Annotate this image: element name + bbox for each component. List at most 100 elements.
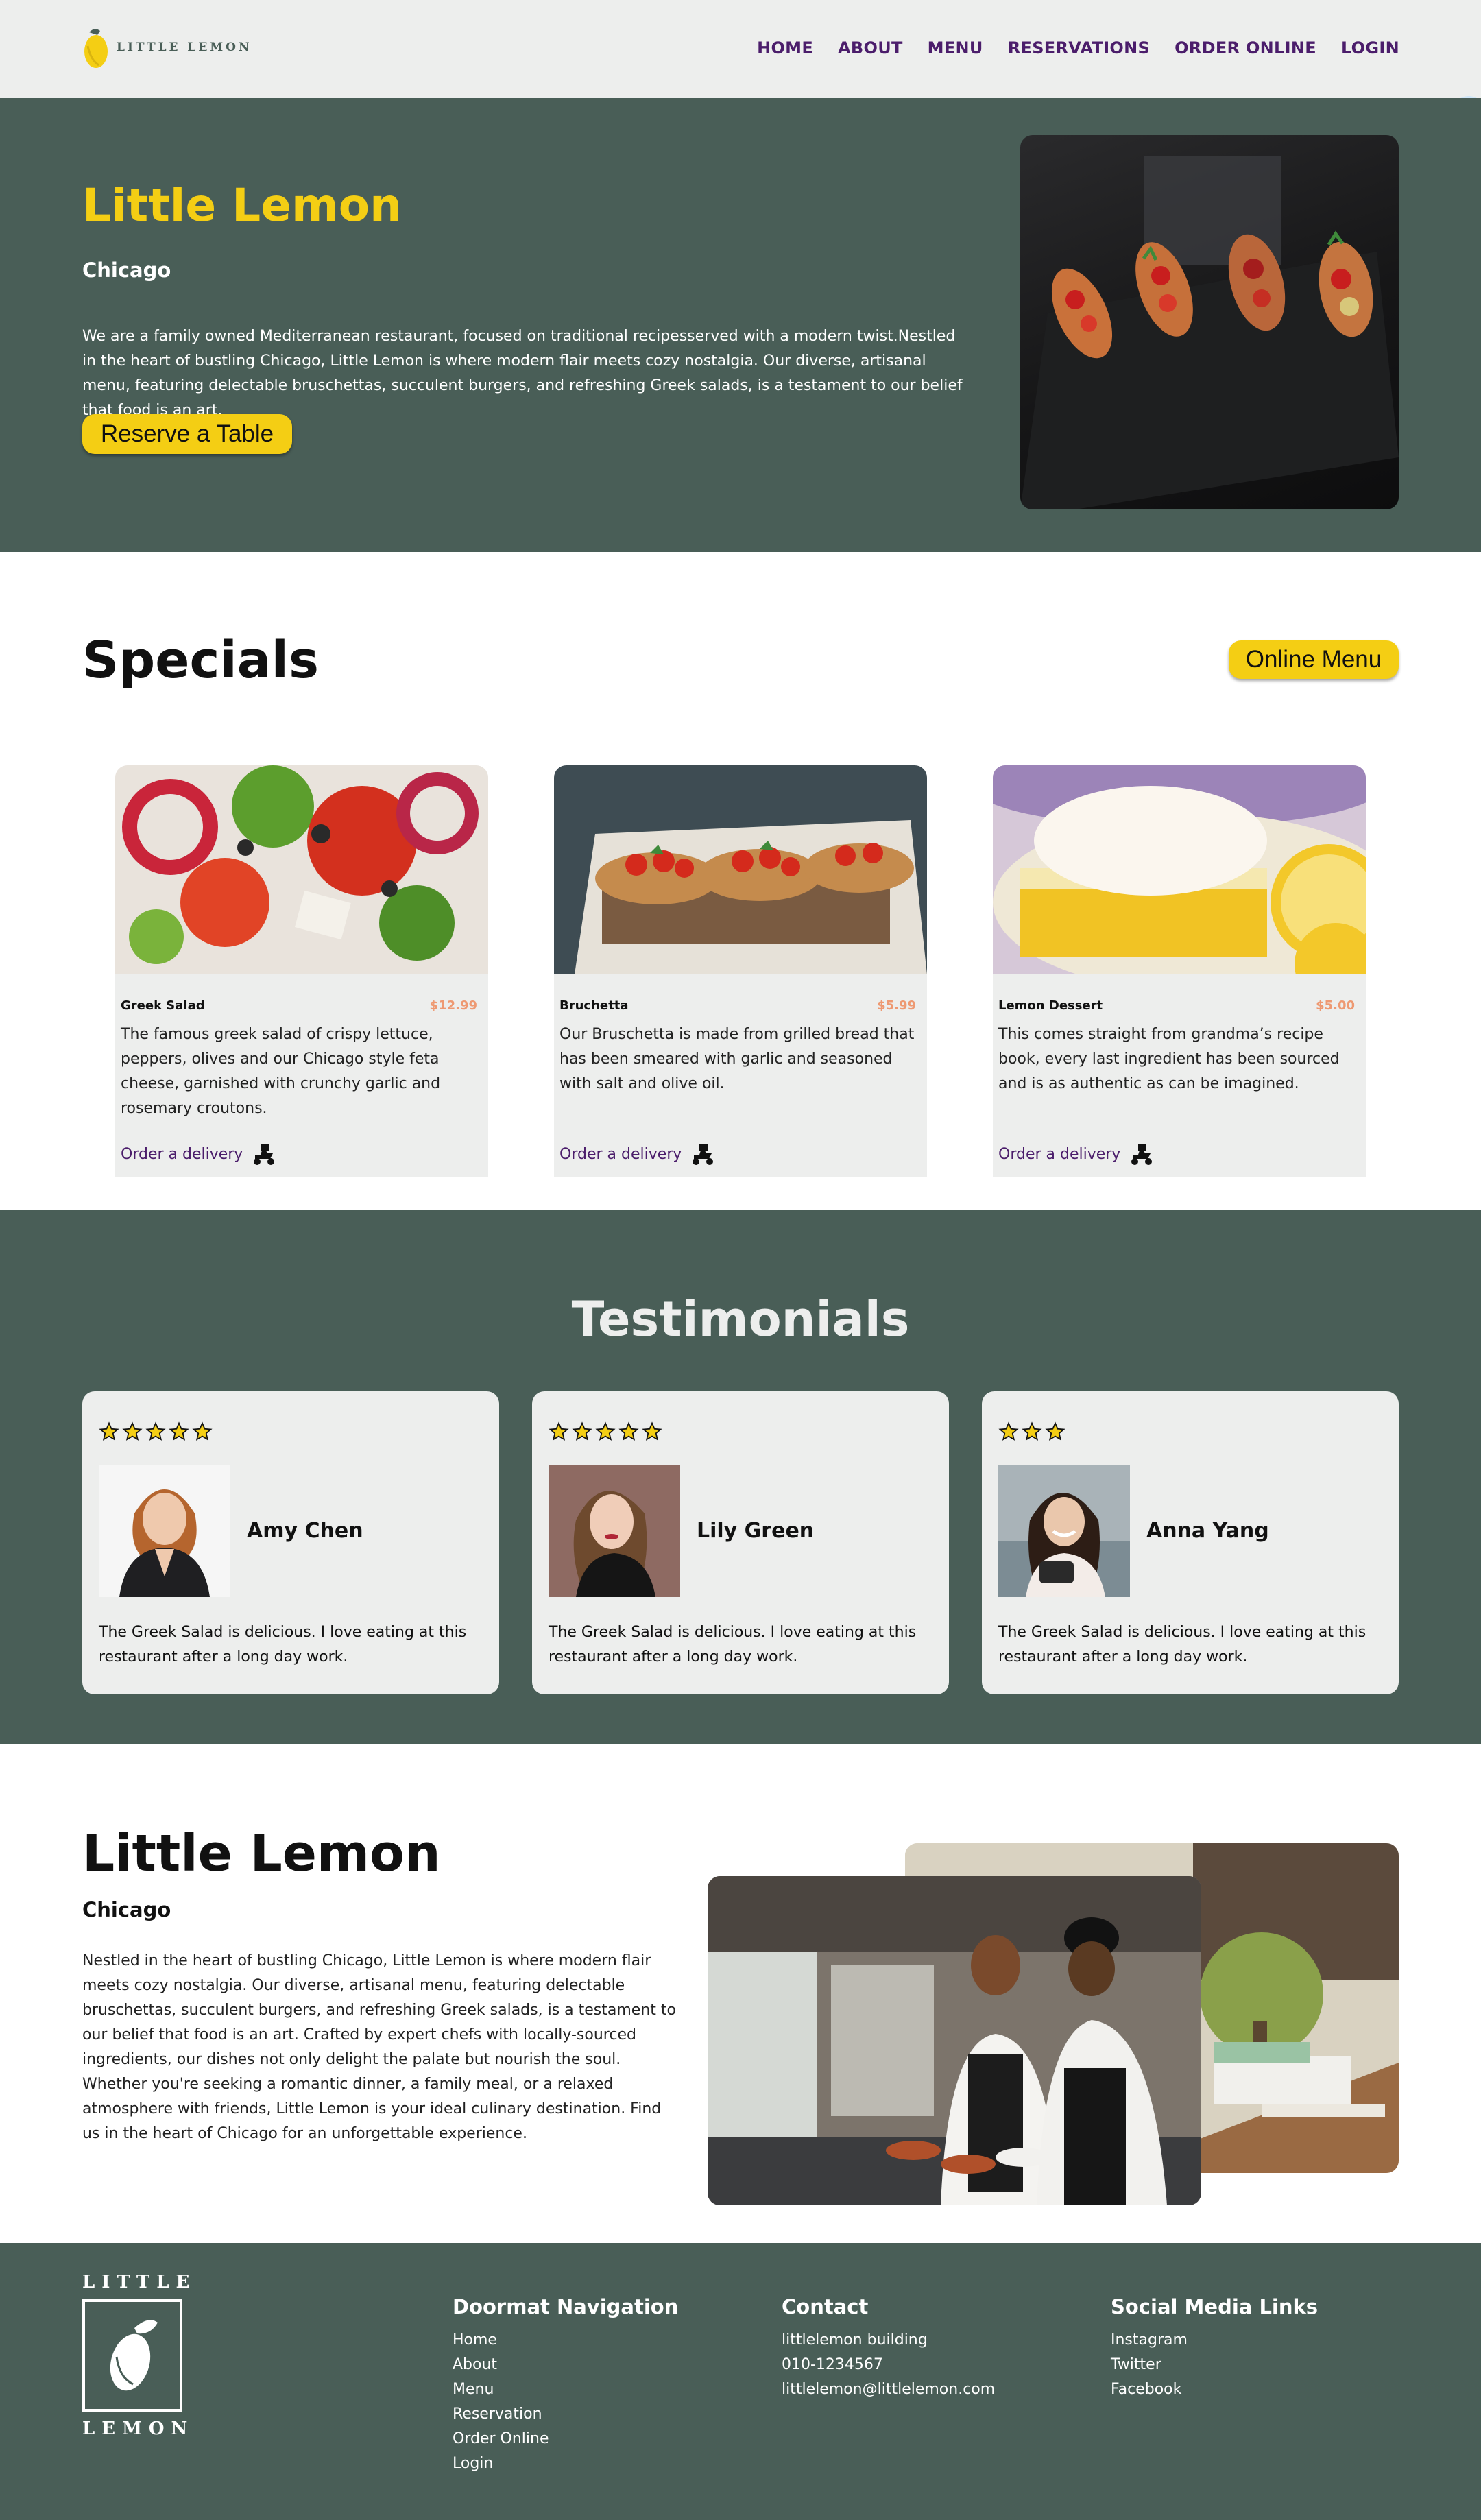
testimonial-quote: The Greek Salad is delicious. I love eat… (99, 1624, 467, 1666)
order-delivery-link[interactable]: Order a delivery (559, 1141, 716, 1167)
lemon-logo-icon (84, 29, 108, 68)
star-icon (192, 1421, 213, 1441)
card-description: The famous greek salad of crispy lettuce… (121, 1026, 441, 1117)
chefs-kitchen-image (708, 1876, 1201, 2205)
reviewer-name: Amy Chen (247, 1519, 363, 1543)
footer-nav-title: Doormat Navigation (453, 2295, 679, 2318)
nav-order-online[interactable]: ORDER ONLINE (1175, 38, 1316, 58)
footer: LITTLE LEMON Doormat Navigation Home Abo… (0, 2243, 1481, 2520)
footer-link-about[interactable]: About (453, 2353, 678, 2377)
hero-image (1020, 135, 1399, 509)
reviewer-name: Lily Green (697, 1519, 815, 1543)
social-twitter-link[interactable]: Twitter (1111, 2353, 1318, 2377)
star-icon (169, 1421, 189, 1441)
star-icon (99, 1421, 119, 1441)
reviewer-name: Anna Yang (1146, 1519, 1269, 1543)
card-title: Greek Salad (121, 998, 205, 1013)
card-price: $5.99 (877, 998, 916, 1013)
testimonial-card: Lily Green The Greek Salad is delicious.… (532, 1391, 949, 1694)
footer-logo-bottom: LEMON (82, 2419, 195, 2439)
special-card-lemon-dessert: Lemon Dessert $5.00 This comes straight … (993, 765, 1366, 1177)
social-instagram-link[interactable]: Instagram (1111, 2328, 1318, 2353)
reserve-table-button[interactable]: Reserve a Table (82, 414, 292, 454)
footer-logo[interactable]: LITTLE LEMON (82, 2272, 197, 2439)
footer-link-order-online[interactable]: Order Online (453, 2427, 678, 2451)
star-icon (1045, 1421, 1065, 1441)
contact-email[interactable]: littlelemon@littlelemon.com (782, 2377, 995, 2402)
lemon-logo-icon (110, 2320, 158, 2391)
star-icon (572, 1421, 592, 1441)
card-price: $12.99 (429, 998, 477, 1013)
footer-link-home[interactable]: Home (453, 2328, 678, 2353)
online-menu-button[interactable]: Online Menu (1229, 640, 1399, 679)
footer-contact-title: Contact (782, 2295, 869, 2318)
card-title: Bruchetta (559, 998, 629, 1013)
about-title: Little Lemon (82, 1824, 441, 1883)
star-icon (642, 1421, 662, 1441)
avatar (99, 1465, 230, 1597)
card-title: Lemon Dessert (998, 998, 1103, 1013)
bruchetta-image (554, 765, 927, 974)
testimonial-card: Anna Yang The Greek Salad is delicious. … (982, 1391, 1399, 1694)
contact-phone: 010-1234567 (782, 2356, 883, 2373)
greek-salad-image (115, 765, 488, 974)
footer-logo-top: LITTLE (82, 2272, 197, 2292)
about-city: Chicago (82, 1898, 171, 1921)
about-description: Nestled in the heart of bustling Chicago… (82, 1952, 676, 2142)
hero-section: Little Lemon Chicago We are a family own… (0, 98, 1481, 552)
delivery-scooter-icon (254, 1144, 275, 1165)
delivery-scooter-icon (693, 1144, 714, 1165)
nav-links: HOME ABOUT MENU RESERVATIONS ORDER ONLIN… (757, 38, 1399, 58)
special-card-greek-salad: Greek Salad $12.99 The famous greek sala… (115, 765, 488, 1177)
hero-description: We are a family owned Mediterranean rest… (82, 328, 963, 419)
star-rating (99, 1421, 213, 1442)
footer-social-column: Social Media Links Instagram Twitter Fac… (1111, 2295, 1318, 2402)
hero-title: Little Lemon (82, 179, 402, 232)
order-delivery-text: Order a delivery (121, 1145, 243, 1163)
star-icon (122, 1421, 143, 1441)
testimonials-title: Testimonials (571, 1291, 910, 1347)
testimonials-section: Testimonials Amy Chen The Greek Salad is… (0, 1210, 1481, 1744)
footer-link-login[interactable]: Login (453, 2451, 678, 2476)
nav-login[interactable]: LOGIN (1341, 38, 1399, 58)
avatar (998, 1465, 1130, 1597)
star-rating (998, 1421, 1065, 1442)
social-facebook-link[interactable]: Facebook (1111, 2377, 1318, 2402)
order-delivery-link[interactable]: Order a delivery (998, 1141, 1155, 1167)
footer-nav-column: Doormat Navigation Home About Menu Reser… (453, 2295, 678, 2476)
top-nav: LITTLE LEMON HOME ABOUT MENU RESERVATION… (0, 0, 1481, 98)
footer-link-menu[interactable]: Menu (453, 2377, 678, 2402)
nav-reservations[interactable]: RESERVATIONS (1008, 38, 1150, 58)
contact-address: littlelemon building (782, 2331, 928, 2349)
logo-text: LITTLE LEMON (117, 40, 252, 54)
hero-city: Chicago (82, 259, 171, 282)
footer-contact-column: Contact littlelemon building 010-1234567… (782, 2295, 995, 2402)
nav-menu[interactable]: MENU (928, 38, 983, 58)
card-description: This comes straight from grandma’s recip… (998, 1026, 1340, 1092)
nav-home[interactable]: HOME (757, 38, 813, 58)
star-icon (618, 1421, 639, 1441)
testimonial-quote: The Greek Salad is delicious. I love eat… (998, 1624, 1366, 1666)
avatar (549, 1465, 680, 1597)
star-icon (145, 1421, 166, 1441)
nav-about[interactable]: ABOUT (838, 38, 903, 58)
testimonial-card: Amy Chen The Greek Salad is delicious. I… (82, 1391, 499, 1694)
order-delivery-text: Order a delivery (559, 1145, 682, 1163)
card-description: Our Bruschetta is made from grilled brea… (559, 1026, 915, 1092)
footer-link-reservation[interactable]: Reservation (453, 2402, 678, 2427)
star-icon (1022, 1421, 1042, 1441)
delivery-scooter-icon (1131, 1144, 1153, 1165)
specials-title: Specials (82, 631, 320, 690)
order-delivery-text: Order a delivery (998, 1145, 1121, 1163)
star-rating (549, 1421, 662, 1442)
star-icon (549, 1421, 569, 1441)
card-price: $5.00 (1316, 998, 1355, 1013)
logo[interactable]: LITTLE LEMON (82, 25, 252, 69)
order-delivery-link[interactable]: Order a delivery (121, 1141, 277, 1167)
footer-social-title: Social Media Links (1111, 2295, 1319, 2318)
lemon-dessert-image (993, 765, 1366, 974)
special-card-bruchetta: Bruchetta $5.99 Our Bruschetta is made f… (554, 765, 927, 1177)
star-icon (595, 1421, 616, 1441)
star-icon (998, 1421, 1019, 1441)
testimonial-quote: The Greek Salad is delicious. I love eat… (549, 1624, 917, 1666)
